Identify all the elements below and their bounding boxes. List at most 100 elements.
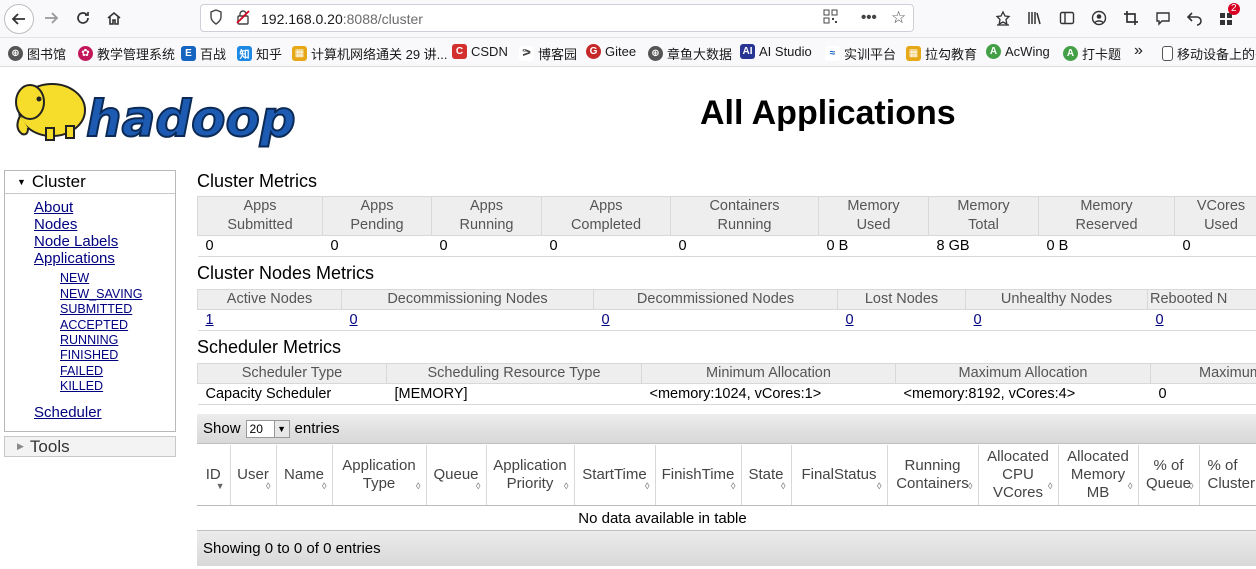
table-header-row: Scheduler Type Scheduling Resource Type …: [197, 363, 1256, 384]
column-header-name[interactable]: Name ◊: [276, 445, 333, 506]
sidebar-section-label: Cluster: [31, 172, 86, 191]
home-button[interactable]: [101, 6, 127, 30]
column-header: Apps Submitted: [197, 196, 323, 236]
sidebar-item-state-new[interactable]: NEW: [60, 271, 89, 285]
sort-desc-icon: ▼: [215, 481, 225, 491]
bookmark-item[interactable]: ≈ 实训平台: [825, 44, 896, 63]
column-header-application-type[interactable]: Application Type ◊: [332, 445, 427, 506]
sidebar-toggle-icon[interactable]: [1054, 6, 1080, 30]
url-text[interactable]: 192.168.0.20:8088/cluster: [261, 11, 423, 27]
sidebar-item-about[interactable]: About: [34, 199, 73, 216]
globe-icon: ⊕: [648, 46, 663, 61]
back-button[interactable]: [4, 4, 34, 34]
table-cell: Capacity Scheduler: [197, 383, 387, 405]
insecure-lock-icon[interactable]: [235, 9, 251, 29]
lost-nodes-link[interactable]: 0: [846, 312, 854, 328]
column-header-final-status[interactable]: FinalStatus ◊: [791, 445, 888, 506]
sidebar-item-applications[interactable]: Applications: [34, 250, 115, 267]
column-header-id[interactable]: ID ▼: [197, 445, 231, 506]
rebooted-nodes-link[interactable]: 0: [1156, 312, 1164, 328]
column-header-allocated-memory[interactable]: Allocated Memory MB ◊: [1058, 445, 1139, 506]
sort-icon: ◊: [645, 481, 650, 491]
bookmark-item[interactable]: C CSDN: [452, 44, 508, 59]
bookmark-label: 图书馆: [27, 47, 67, 62]
more-actions-icon[interactable]: •••: [861, 9, 877, 26]
column-header-allocated-cpu[interactable]: Allocated CPU VCores ◊: [978, 445, 1059, 506]
zhihu-icon: 知: [237, 46, 252, 61]
column-header-finish-time[interactable]: FinishTime ◊: [655, 445, 742, 506]
column-header: Apps Pending: [322, 196, 432, 236]
bookmark-item[interactable]: 移动设备上的书: [1162, 44, 1256, 63]
bookmark-item[interactable]: ✿ 教学管理系统: [78, 44, 175, 63]
table-cell: 0: [341, 309, 594, 331]
sidebar-item-state-accepted[interactable]: ACCEPTED: [60, 318, 128, 332]
chat-icon[interactable]: [1150, 6, 1176, 30]
page-size-select[interactable]: 20 ▼: [245, 419, 290, 438]
reload-button[interactable]: [70, 6, 96, 30]
bookmark-item[interactable]: A AcWing: [986, 44, 1050, 59]
forward-button[interactable]: [38, 6, 64, 30]
qr-code-icon[interactable]: [823, 9, 838, 28]
elephant-icon: hadoop: [15, 83, 297, 149]
sidebar-item-state-running[interactable]: RUNNING: [60, 333, 118, 347]
sidebar-section-tools[interactable]: ▶ Tools: [4, 436, 176, 457]
bookmark-item[interactable]: ⊕ 图书馆: [8, 44, 66, 63]
column-header-queue[interactable]: Queue ◊: [426, 445, 487, 506]
bookmark-item[interactable]: A 打卡题: [1063, 44, 1121, 63]
sidebar-item-state-killed[interactable]: KILLED: [60, 379, 103, 393]
decommissioning-nodes-link[interactable]: 0: [350, 312, 358, 328]
reload-icon: [77, 12, 89, 24]
bookmark-label: AcWing: [1005, 44, 1050, 59]
account-icon[interactable]: [1086, 6, 1112, 30]
sidebar-item-scheduler[interactable]: Scheduler: [34, 404, 102, 421]
bookmark-item[interactable]: E 百战: [181, 44, 226, 63]
sidebar-section-cluster[interactable]: ▼ Cluster: [5, 171, 175, 194]
bookmark-item[interactable]: G Gitee: [586, 44, 636, 59]
table-cell: 0: [1150, 383, 1256, 405]
unhealthy-nodes-link[interactable]: 0: [974, 312, 982, 328]
sidebar-item-state-failed[interactable]: FAILED: [60, 364, 103, 378]
hadoop-logo[interactable]: hadoop: [8, 72, 308, 152]
undo-icon[interactable]: [1182, 6, 1208, 30]
sidebar-item-state-submitted[interactable]: SUBMITTED: [60, 302, 132, 316]
url-bar[interactable]: 192.168.0.20:8088/cluster ••• ☆: [200, 4, 914, 32]
screenshot-crop-icon[interactable]: [1118, 6, 1144, 30]
sidebar-item-state-finished[interactable]: FINISHED: [60, 348, 118, 362]
sidebar-item-node-labels[interactable]: Node Labels: [34, 233, 118, 250]
metric-value: 0: [670, 235, 819, 257]
browser-toolbar: 192.168.0.20:8088/cluster ••• ☆ 2: [0, 0, 1256, 38]
star-bookmark-icon[interactable]: ☆: [891, 8, 906, 28]
library-icon[interactable]: [1022, 6, 1048, 30]
downloads-icon[interactable]: [990, 6, 1016, 30]
column-header-state[interactable]: State ◊: [741, 445, 792, 506]
column-header: Apps Running: [431, 196, 542, 236]
column-header: Active Nodes: [197, 289, 342, 310]
column-header-percent-queue[interactable]: % of Queue ◊: [1138, 445, 1200, 506]
table-row: 1 0 0 0 0 0: [197, 309, 1256, 331]
bookmark-item[interactable]: AI AI Studio: [740, 44, 812, 59]
bookmarks-overflow-button[interactable]: »: [1134, 42, 1143, 60]
sidebar-item-state-new-saving[interactable]: NEW_SAVING: [60, 287, 142, 301]
applications-table: ID ▼ User ◊ Name ◊ Application Type ◊ Queue ◊ …: [197, 445, 1256, 531]
column-header-start-time[interactable]: StartTime ◊: [574, 445, 656, 506]
flower-icon: ✿: [78, 46, 93, 61]
column-header-percent-cluster[interactable]: % ofCluster◊: [1199, 445, 1256, 506]
decommissioned-nodes-link[interactable]: 0: [602, 312, 610, 328]
table-cell: 0: [837, 309, 966, 331]
metric-value: 0 B: [818, 235, 929, 257]
sidebar-item-nodes[interactable]: Nodes: [34, 216, 77, 233]
column-header-user[interactable]: User ◊: [230, 445, 277, 506]
active-nodes-link[interactable]: 1: [206, 312, 214, 328]
table-cell: [MEMORY]: [386, 383, 642, 405]
table-row: 0 0 0 0 0 0 B 8 GB 0 B 0: [197, 235, 1256, 257]
bookmark-label: 章鱼大数据: [667, 47, 733, 62]
bookmark-item[interactable]: 知知乎: [237, 44, 282, 63]
extensions-icon[interactable]: 2: [1214, 3, 1240, 30]
bookmark-item[interactable]: ▦ 拉勾教育: [906, 44, 977, 63]
column-header-running-containers[interactable]: Running Containers ◊: [887, 445, 979, 506]
bookmark-item[interactable]: ▦ 计算机网络通关 29 讲...: [292, 44, 448, 63]
column-header-application-priority[interactable]: Application Priority ◊: [486, 445, 575, 506]
bookmark-item[interactable]: ᕗ 博客园: [519, 44, 577, 63]
shield-icon[interactable]: [209, 9, 223, 29]
bookmark-item[interactable]: ⊕ 章鱼大数据: [648, 44, 732, 63]
